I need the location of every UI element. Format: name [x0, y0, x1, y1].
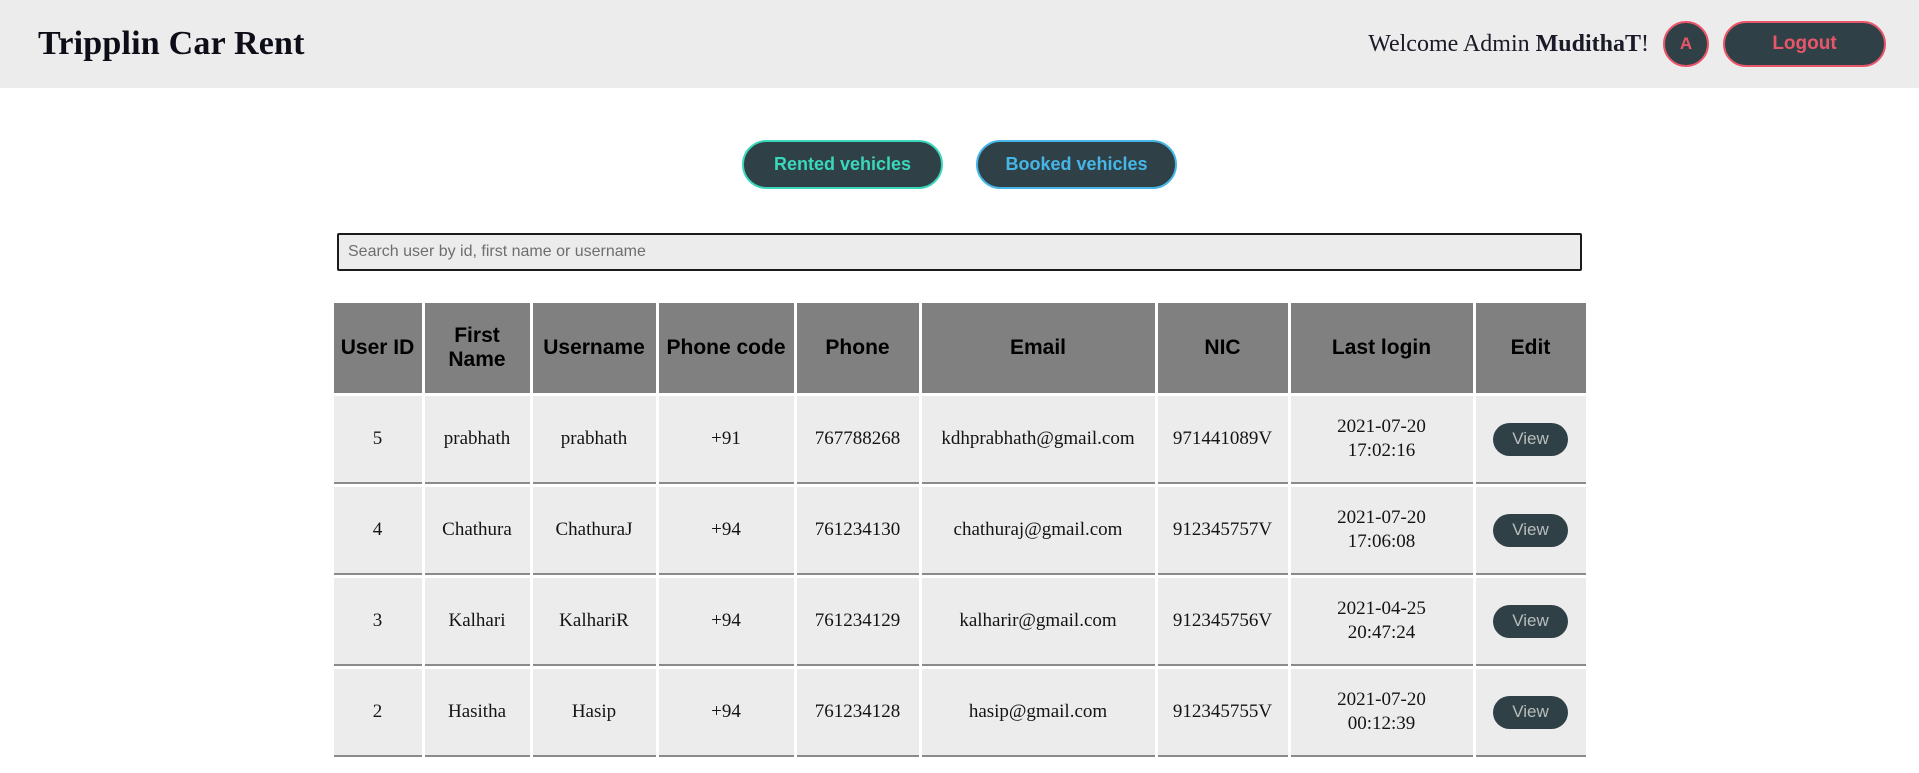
- cell-username: ChathuraJ: [532, 487, 656, 575]
- cell-phone: 767788268: [796, 396, 919, 484]
- column-header-nic[interactable]: NIC: [1157, 303, 1288, 393]
- view-button[interactable]: View: [1493, 513, 1568, 547]
- cell-user-id: 5: [333, 396, 422, 484]
- users-table-head: User ID First Name Username Phone code P…: [333, 303, 1586, 393]
- cell-last-login: 2021-07-20 17:02:16: [1290, 396, 1473, 484]
- cell-phone-code: +94: [658, 578, 794, 666]
- cell-first-name: Kalhari: [424, 578, 530, 666]
- welcome-message: Welcome Admin MudithaT!: [1368, 31, 1649, 58]
- cell-first-name: Chathura: [424, 487, 530, 575]
- cell-user-id: 4: [333, 487, 422, 575]
- cell-phone-code: +91: [658, 396, 794, 484]
- cell-email: hasip@gmail.com: [921, 669, 1155, 757]
- cell-username: Hasip: [532, 669, 656, 757]
- column-header-last-login[interactable]: Last login: [1290, 303, 1473, 393]
- cell-edit: View: [1475, 669, 1586, 757]
- cell-username: KalhariR: [532, 578, 656, 666]
- cell-last-login: 2021-07-20 17:06:08: [1290, 487, 1473, 575]
- rented-vehicles-button[interactable]: Rented vehicles: [742, 140, 943, 189]
- cell-email: kalharir@gmail.com: [921, 578, 1155, 666]
- admin-username: MudithaT: [1535, 30, 1641, 57]
- search-input[interactable]: [337, 233, 1582, 271]
- column-header-first-name[interactable]: First Name: [424, 303, 530, 393]
- cell-first-name: prabhath: [424, 396, 530, 484]
- cell-edit: View: [1475, 487, 1586, 575]
- vehicle-nav-row: Rented vehicles Booked vehicles: [0, 140, 1919, 189]
- welcome-suffix: !: [1641, 30, 1649, 57]
- table-row: 5 prabhath prabhath +91 767788268 kdhprabhath…: [333, 396, 1586, 484]
- table-row: 2 Hasitha Hasip +94 761234128 hasip@gmail.com…: [333, 669, 1586, 757]
- cell-edit: View: [1475, 578, 1586, 666]
- cell-phone-code: +94: [658, 669, 794, 757]
- table-row: 3 Kalhari KalhariR +94 761234129 kalharir@gma…: [333, 578, 1586, 666]
- column-header-phone-code[interactable]: Phone code: [658, 303, 794, 393]
- cell-last-login: 2021-04-25 20:47:24: [1290, 578, 1473, 666]
- cell-nic: 912345756V: [1157, 578, 1288, 666]
- header-user-area: Welcome Admin MudithaT! A Logout: [1368, 21, 1886, 67]
- cell-nic: 912345757V: [1157, 487, 1288, 575]
- table-row: 4 Chathura ChathuraJ +94 761234130 chathuraj@…: [333, 487, 1586, 575]
- app-header: Tripplin Car Rent Welcome Admin MudithaT…: [0, 0, 1919, 88]
- cell-phone: 761234129: [796, 578, 919, 666]
- cell-phone-code: +94: [658, 487, 794, 575]
- logout-button[interactable]: Logout: [1723, 21, 1886, 67]
- table-header-row: User ID First Name Username Phone code P…: [333, 303, 1586, 393]
- cell-user-id: 2: [333, 669, 422, 757]
- cell-email: kdhprabhath@gmail.com: [921, 396, 1155, 484]
- cell-last-login: 2021-07-20 00:12:39: [1290, 669, 1473, 757]
- view-button[interactable]: View: [1493, 604, 1568, 638]
- cell-edit: View: [1475, 396, 1586, 484]
- cell-user-id: 3: [333, 578, 422, 666]
- cell-nic: 971441089V: [1157, 396, 1288, 484]
- search-row: [0, 233, 1919, 271]
- cell-first-name: Hasitha: [424, 669, 530, 757]
- cell-email: chathuraj@gmail.com: [921, 487, 1155, 575]
- column-header-edit[interactable]: Edit: [1475, 303, 1586, 393]
- view-button[interactable]: View: [1493, 422, 1568, 456]
- view-button[interactable]: View: [1493, 695, 1568, 729]
- cell-phone: 761234130: [796, 487, 919, 575]
- app-title: Tripplin Car Rent: [38, 25, 305, 62]
- cell-username: prabhath: [532, 396, 656, 484]
- column-header-username[interactable]: Username: [532, 303, 656, 393]
- cell-phone: 761234128: [796, 669, 919, 757]
- welcome-prefix: Welcome Admin: [1368, 30, 1536, 57]
- avatar[interactable]: A: [1663, 21, 1709, 67]
- booked-vehicles-button[interactable]: Booked vehicles: [976, 140, 1177, 189]
- column-header-email[interactable]: Email: [921, 303, 1155, 393]
- users-table-container: User ID First Name Username Phone code P…: [0, 300, 1919, 760]
- users-table: User ID First Name Username Phone code P…: [331, 300, 1589, 760]
- cell-nic: 912345755V: [1157, 669, 1288, 757]
- column-header-phone[interactable]: Phone: [796, 303, 919, 393]
- column-header-user-id[interactable]: User ID: [333, 303, 422, 393]
- users-table-body: 5 prabhath prabhath +91 767788268 kdhprabhath…: [333, 396, 1586, 757]
